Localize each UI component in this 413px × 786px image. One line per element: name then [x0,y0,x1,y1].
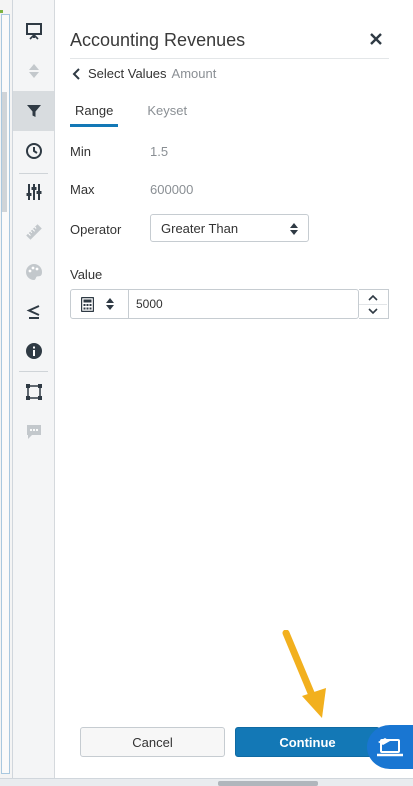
close-icon[interactable] [369,32,383,46]
pointer-arrow-icon [282,630,326,718]
stepper-down-button[interactable] [359,304,387,318]
palette-icon[interactable] [13,252,54,292]
chevron-left-icon [72,67,80,80]
chevron-down-icon [368,307,378,314]
max-label: Max [70,182,95,197]
panel-title: Accounting Revenues [70,30,246,50]
icon-rail [13,0,55,778]
operator-select[interactable]: Greater Than [150,214,309,242]
status-dot [0,10,3,13]
ruler-icon[interactable] [13,212,54,252]
comment-icon[interactable] [13,412,54,452]
updown-caret-icon [290,223,298,235]
chevron-up-icon [368,294,378,301]
breadcrumb-sub: Amount [171,66,217,81]
less-equal-icon[interactable] [13,292,54,332]
tab-keyset[interactable]: Keyset [142,103,192,124]
operator-label: Operator [70,222,122,237]
value-stepper [359,289,389,319]
breadcrumb[interactable]: Select Values Amount [72,66,216,81]
min-value: 1.5 [150,144,169,159]
calculator-dropdown[interactable] [71,290,129,318]
cancel-button[interactable]: Cancel [80,727,225,757]
info-icon[interactable] [13,331,54,371]
presentation-icon[interactable] [13,11,54,51]
sliders-icon[interactable] [13,172,54,212]
left-panel-edge [0,0,13,778]
max-value: 600000 [150,182,194,197]
filter-panel: Accounting Revenues Select Values Amount… [55,0,413,778]
help-chat-button[interactable] [367,725,413,769]
tab-range[interactable]: Range [70,103,119,127]
clock-icon[interactable] [13,131,54,171]
status-pill [218,781,318,786]
value-field [70,289,359,319]
value-input[interactable] [130,290,358,318]
updown-caret-icon [106,298,114,310]
filter-icon[interactable] [13,91,54,131]
continue-button[interactable]: Continue [235,727,380,757]
laptop-help-icon [377,738,403,757]
calculator-icon [81,296,94,312]
sort-icon[interactable] [13,51,54,91]
selection-icon[interactable] [13,372,54,412]
min-label: Min [70,144,91,159]
tab-bar: Range Keyset [70,103,216,127]
value-label: Value [70,267,103,282]
breadcrumb-label: Select Values [88,66,167,81]
stepper-up-button[interactable] [359,290,387,305]
title-divider [70,58,389,59]
left-panel-scrollbar[interactable] [2,92,7,212]
operator-selected: Greater Than [161,220,239,236]
